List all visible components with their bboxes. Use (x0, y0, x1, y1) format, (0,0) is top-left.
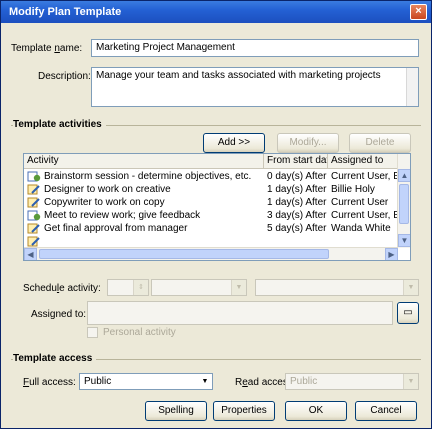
assigned-to-label: Assigned to: (31, 309, 87, 320)
schedule-reference-select[interactable]: ▼ (255, 279, 419, 296)
activity-cell: Designer to work on creative (44, 184, 171, 195)
full-access-post: ull access: (29, 377, 76, 388)
task-pencil-icon (27, 197, 41, 208)
scroll-down-icon[interactable]: ▼ (398, 234, 410, 247)
chevron-down-icon[interactable]: ▼ (231, 280, 246, 295)
phone-note-icon (27, 171, 41, 182)
list-item[interactable]: Brainstorm session - determine objective… (24, 170, 398, 183)
from-start-cell: 1 day(s) After (267, 184, 327, 195)
description-input[interactable]: Manage your team and tasks associated wi… (91, 67, 419, 107)
full-access-label: Full access: (23, 377, 76, 388)
access-group-title: Template access (13, 353, 97, 364)
template-name-label: Template name: (11, 43, 82, 54)
list-item[interactable]: Copywriter to work on copy 1 day(s) After… (24, 196, 398, 209)
list-vertical-scrollbar[interactable]: ▲ ▼ (397, 154, 410, 248)
cancel-button[interactable]: Cancel (355, 401, 417, 421)
add-activity-button[interactable]: Add >> (203, 133, 265, 153)
assigned-cell: Wanda White (331, 223, 391, 234)
list-header: Activity From start date Assigned to (24, 154, 398, 169)
chevron-down-icon[interactable]: ▼ (403, 280, 418, 295)
chevron-down-icon[interactable]: ▼ (197, 374, 212, 389)
schedule-label-post: e activity: (59, 283, 101, 294)
horizontal-scroll-thumb[interactable] (39, 249, 329, 259)
task-pencil-icon (27, 184, 41, 195)
personal-activity-label: Personal activity (103, 327, 176, 338)
spinner-arrows-icon[interactable]: ⇕ (133, 280, 148, 295)
read-access-select[interactable]: Public ▼ (285, 373, 419, 390)
scroll-right-icon[interactable]: ▶ (385, 248, 398, 260)
schedule-label-pre: Schedu (23, 283, 57, 294)
from-start-cell: 3 day(s) After (267, 210, 327, 221)
assigned-to-input[interactable] (87, 301, 393, 325)
activities-group-title: Template activities (13, 119, 106, 130)
task-pencil-icon (27, 223, 41, 234)
properties-button[interactable]: Properties (213, 401, 275, 421)
assigned-cell: Current User, E (331, 171, 397, 182)
chevron-down-icon[interactable]: ▼ (403, 374, 418, 389)
description-scrollbar[interactable] (406, 68, 418, 106)
modify-plan-template-dialog: Modify Plan Template × Template name: Ma… (0, 0, 432, 429)
activity-cell: Get final approval from manager (44, 223, 188, 234)
from-start-cell: 5 day(s) After (267, 223, 327, 234)
close-button[interactable]: × (410, 4, 427, 20)
close-icon: × (415, 5, 422, 17)
browse-icon: ▭ (403, 307, 413, 318)
assigned-cell: Current User, E (331, 210, 397, 221)
activity-cell: Copywriter to work on copy (44, 197, 165, 208)
description-text: Manage your team and tasks associated wi… (96, 70, 381, 81)
delete-activity-button[interactable]: Delete (349, 133, 411, 153)
task-pencil-icon (27, 236, 41, 247)
template-name-label-pre: Template (11, 43, 55, 54)
list-horizontal-scrollbar[interactable]: ◀ ▶ (24, 247, 398, 260)
schedule-days-spinner[interactable]: ⇕ (107, 279, 149, 296)
spelling-button[interactable]: Spelling (145, 401, 207, 421)
schedule-activity-label: Schedule activity: (23, 283, 101, 294)
scroll-up-icon[interactable]: ▲ (398, 169, 410, 182)
modify-activity-button[interactable]: Modify... (277, 133, 339, 153)
description-label: Description: (38, 71, 91, 82)
list-item[interactable]: Designer to work on creative 1 day(s) Aft… (24, 183, 398, 196)
assigned-to-browse-button[interactable]: ▭ (397, 302, 419, 324)
activity-cell: Meet to review work; give feedback (44, 210, 201, 221)
scroll-left-icon[interactable]: ◀ (24, 248, 37, 260)
assigned-cell: Current User (331, 197, 389, 208)
ok-button[interactable]: OK (285, 401, 347, 421)
read-access-value: Public (290, 376, 318, 387)
list-item[interactable]: Meet to review work; give feedback 3 day(… (24, 209, 398, 222)
from-start-cell: 0 day(s) After (267, 171, 327, 182)
title-bar[interactable]: Modify Plan Template (1, 1, 431, 23)
schedule-unit-select[interactable]: ▼ (151, 279, 247, 296)
template-name-input[interactable]: Marketing Project Management (91, 39, 419, 57)
full-access-value: Public (84, 376, 112, 387)
vertical-scroll-thumb[interactable] (399, 184, 409, 224)
column-activity[interactable]: Activity (24, 154, 264, 169)
full-access-select[interactable]: Public ▼ (79, 373, 213, 390)
column-from-start-date[interactable]: From start date (264, 154, 328, 169)
personal-activity-checkbox[interactable] (87, 327, 98, 338)
column-assigned-to[interactable]: Assigned to (328, 154, 398, 169)
from-start-cell: 1 day(s) After (267, 197, 327, 208)
activity-cell: Brainstorm session - determine objective… (44, 171, 252, 182)
activities-list[interactable]: Activity From start date Assigned to Bra… (23, 153, 411, 261)
template-name-label-post: ame: (59, 43, 83, 54)
list-item[interactable]: Get final approval from manager 5 day(s) … (24, 222, 398, 235)
assigned-cell: Billie Holy (331, 184, 375, 195)
phone-note-icon (27, 210, 41, 221)
window-title: Modify Plan Template (9, 6, 122, 18)
